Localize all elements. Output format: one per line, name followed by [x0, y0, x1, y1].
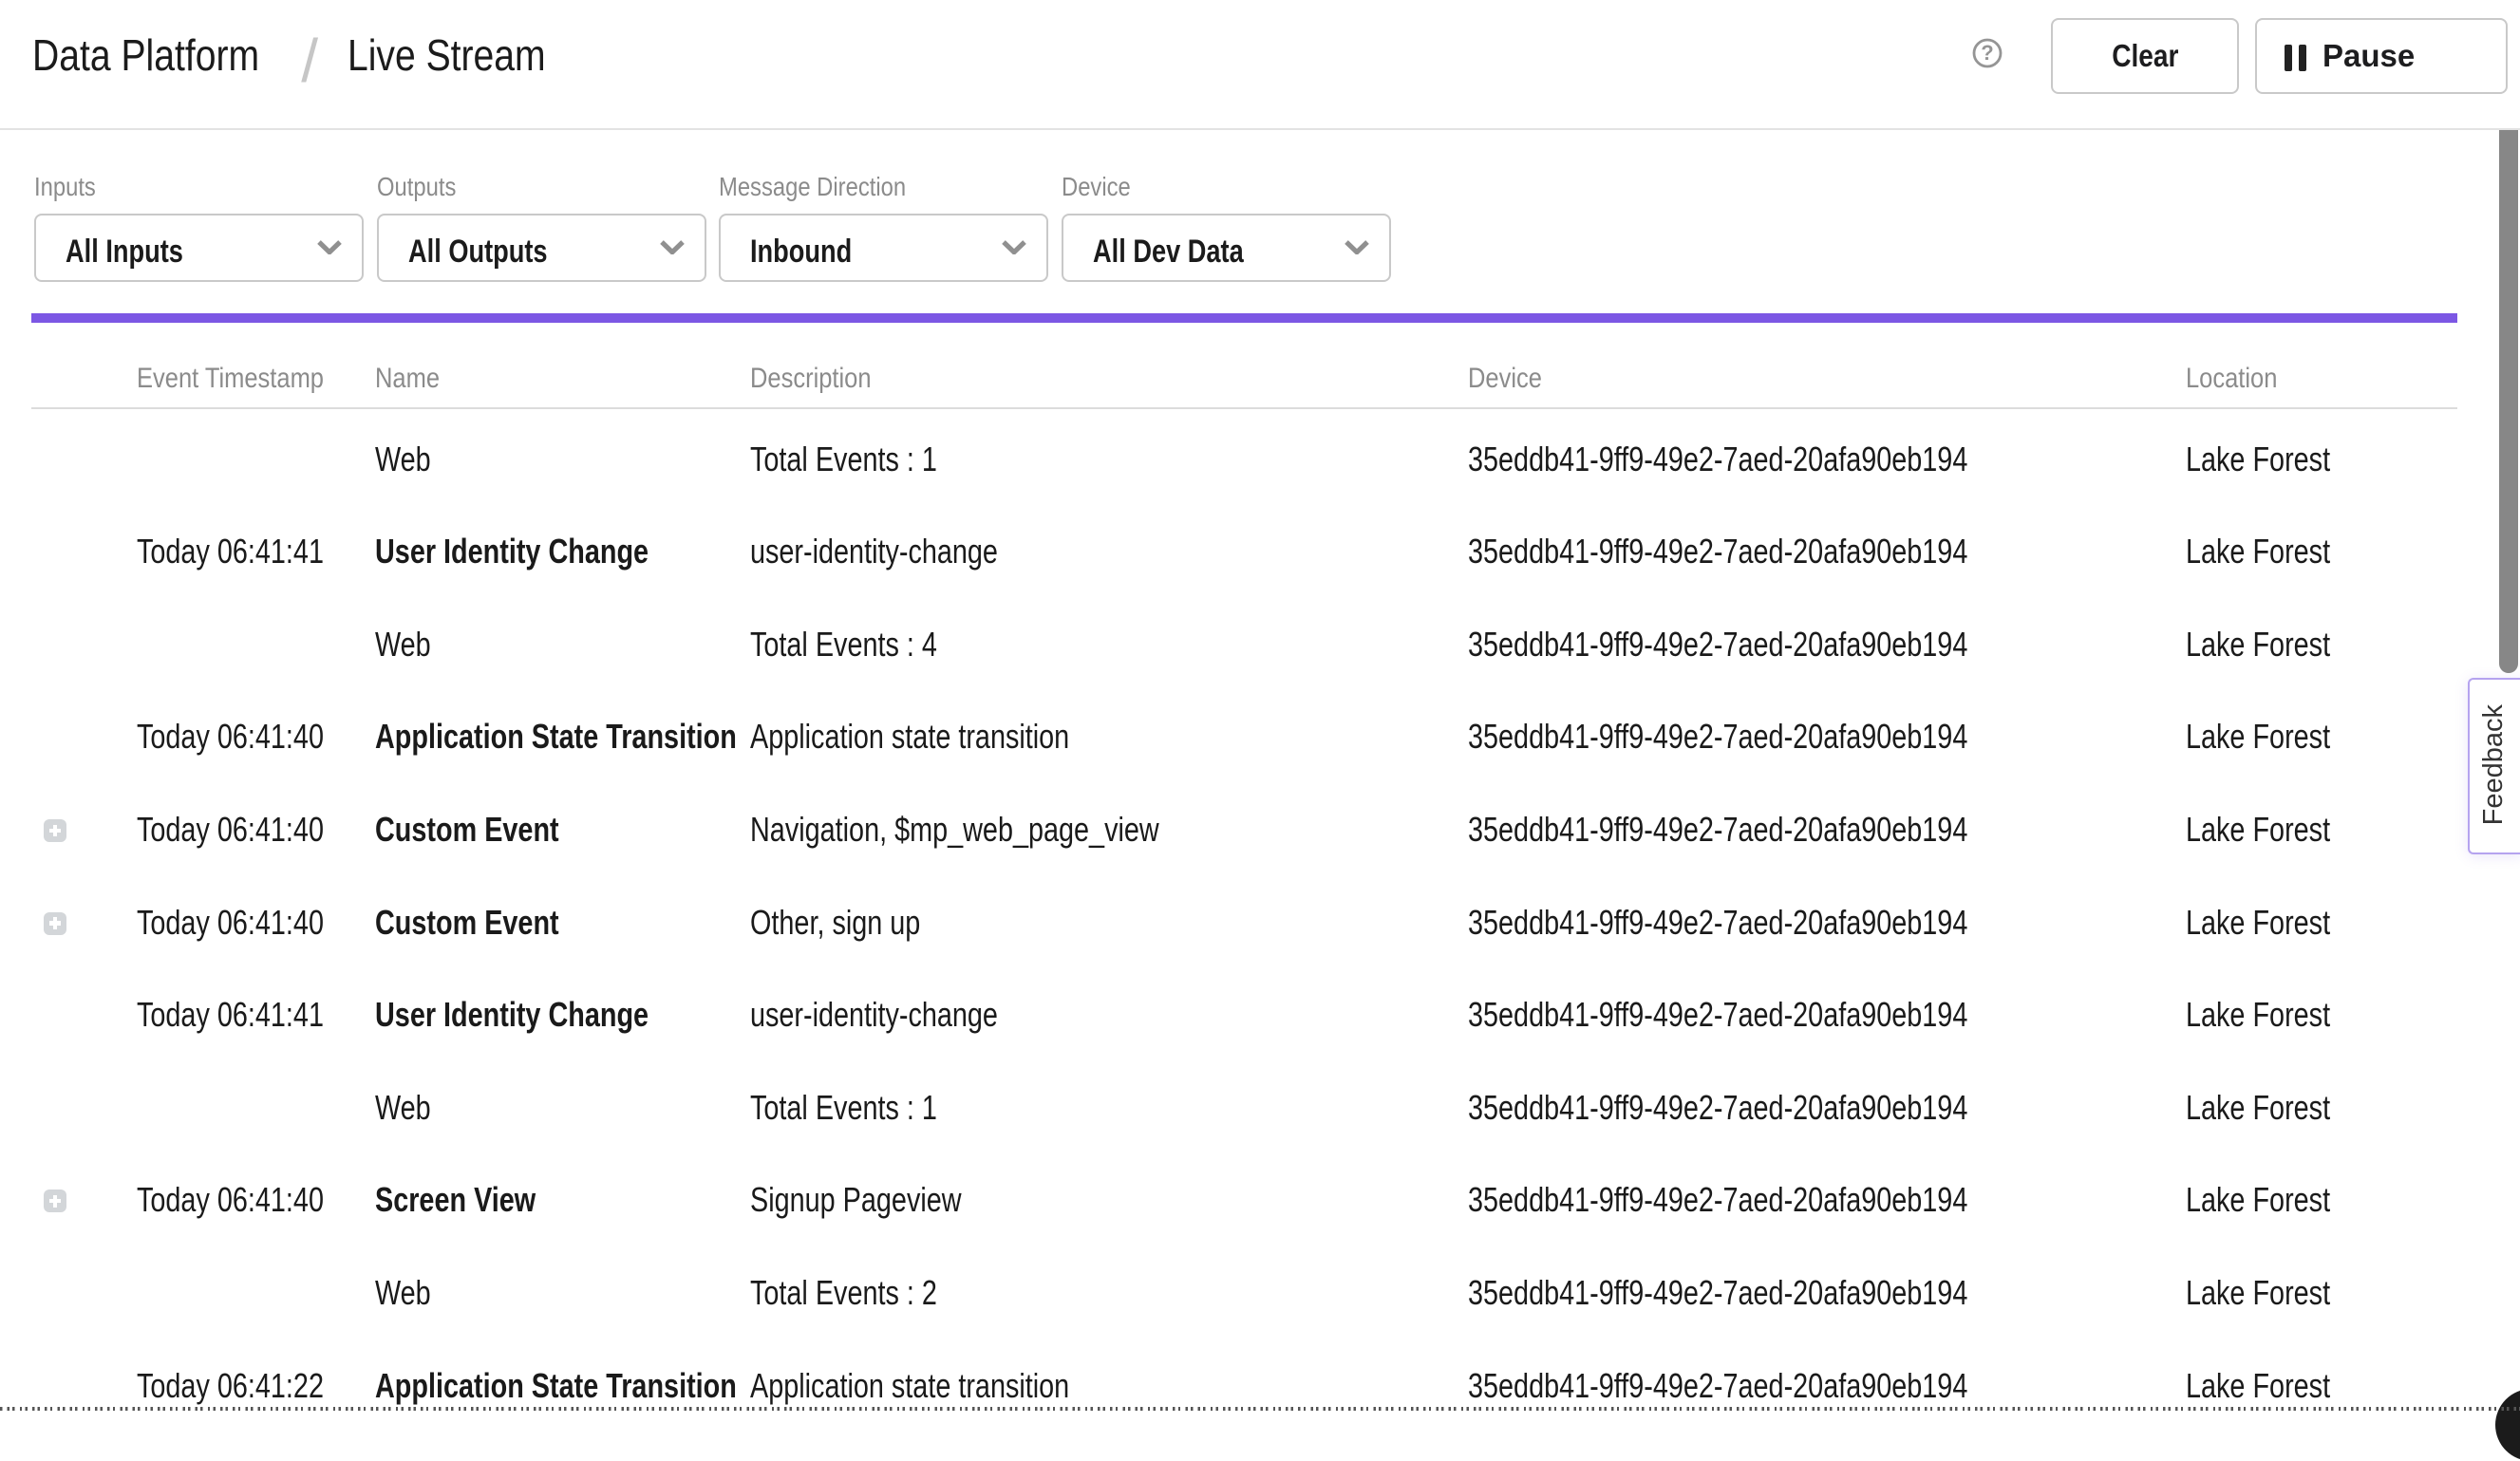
svg-text:?: ?	[1981, 41, 1993, 65]
